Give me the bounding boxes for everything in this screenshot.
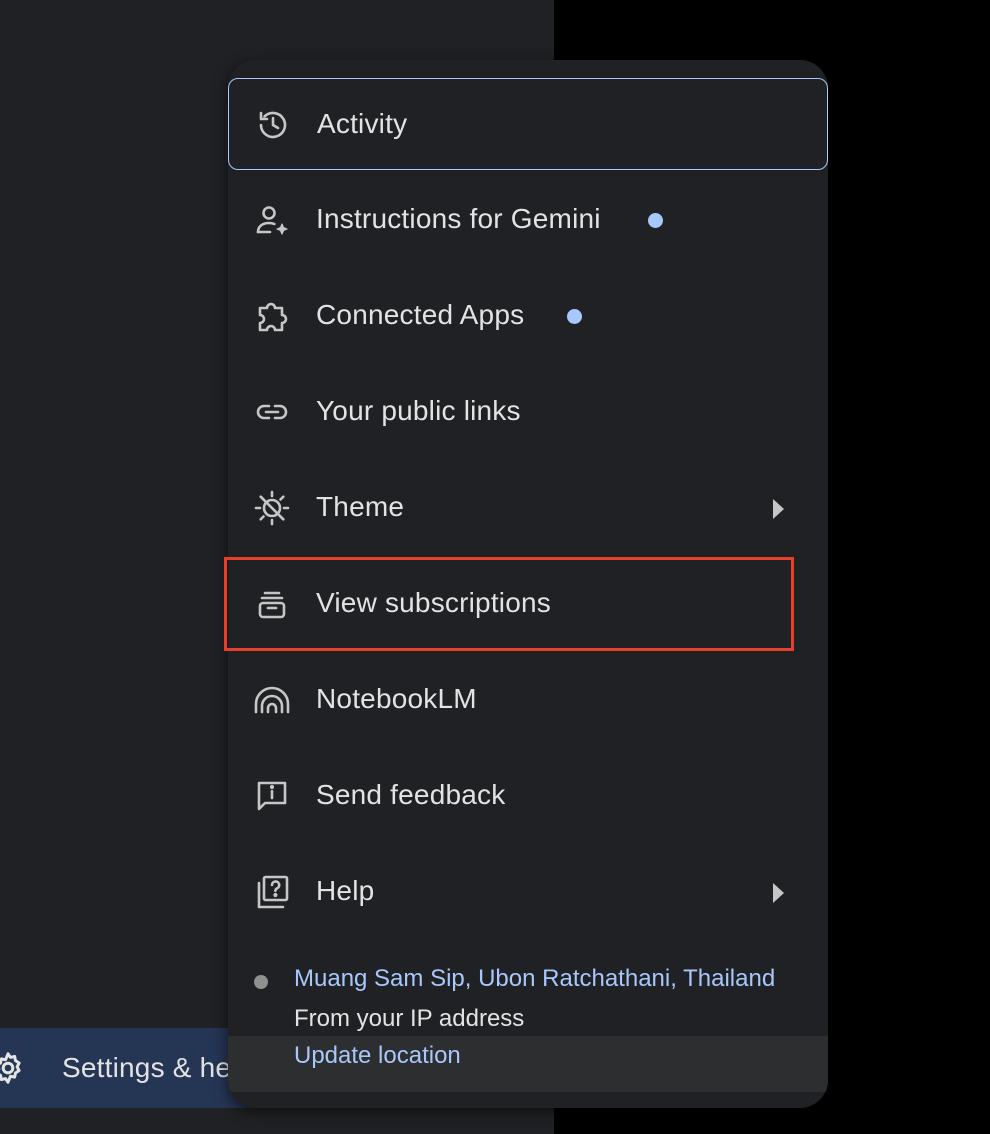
menu-item-notebooklm[interactable]: NotebookLM — [228, 654, 828, 746]
menu-item-send-feedback[interactable]: Send feedback — [228, 750, 828, 842]
help-icon — [252, 872, 292, 912]
location-info: Muang Sam Sip, Ubon Ratchathani, Thailan… — [228, 955, 828, 1105]
menu-item-instructions-for-gemini[interactable]: Instructions for Gemini — [228, 174, 828, 266]
history-icon — [253, 105, 293, 145]
menu-item-public-links[interactable]: Your public links — [228, 366, 828, 458]
puzzle-icon — [252, 296, 292, 336]
new-badge-dot — [648, 213, 663, 228]
submenu-arrow-icon — [773, 883, 784, 903]
update-location-row[interactable]: Update location — [228, 1036, 828, 1092]
menu-item-label: Help — [316, 875, 375, 906]
submenu-arrow-icon — [773, 499, 784, 519]
menu-item-label: Instructions for Gemini — [316, 203, 601, 234]
menu-item-help[interactable]: Help — [228, 846, 828, 938]
settings-menu: Activity Instructions for Gemini Connect… — [228, 60, 828, 1108]
menu-item-label: View subscriptions — [316, 587, 551, 618]
feedback-icon — [252, 776, 292, 816]
location-dot-icon — [254, 975, 268, 989]
new-badge-dot — [567, 309, 582, 324]
subscriptions-icon — [252, 584, 292, 624]
notebooklm-icon — [252, 680, 292, 720]
menu-item-view-subscriptions[interactable]: View subscriptions — [228, 558, 828, 650]
location-place-link[interactable]: Muang Sam Sip, Ubon Ratchathani, Thailan… — [294, 965, 775, 993]
menu-item-theme[interactable]: Theme — [228, 462, 828, 554]
person-sparkle-icon — [252, 200, 292, 240]
menu-item-label: Send feedback — [316, 779, 506, 810]
gear-icon — [0, 1050, 26, 1086]
menu-item-label: Connected Apps — [316, 299, 525, 330]
menu-item-label: Activity — [317, 108, 408, 139]
theme-icon — [252, 488, 292, 528]
update-location-link[interactable]: Update location — [294, 1042, 461, 1070]
menu-item-label: Theme — [316, 491, 405, 522]
menu-item-activity[interactable]: Activity — [228, 78, 828, 170]
link-icon — [252, 392, 292, 432]
location-source-text: From your IP address — [294, 1005, 525, 1032]
menu-item-label: Your public links — [316, 395, 521, 426]
menu-item-connected-apps[interactable]: Connected Apps — [228, 270, 828, 362]
menu-item-label: NotebookLM — [316, 683, 477, 714]
settings-and-help-label: Settings & help — [62, 1052, 254, 1083]
